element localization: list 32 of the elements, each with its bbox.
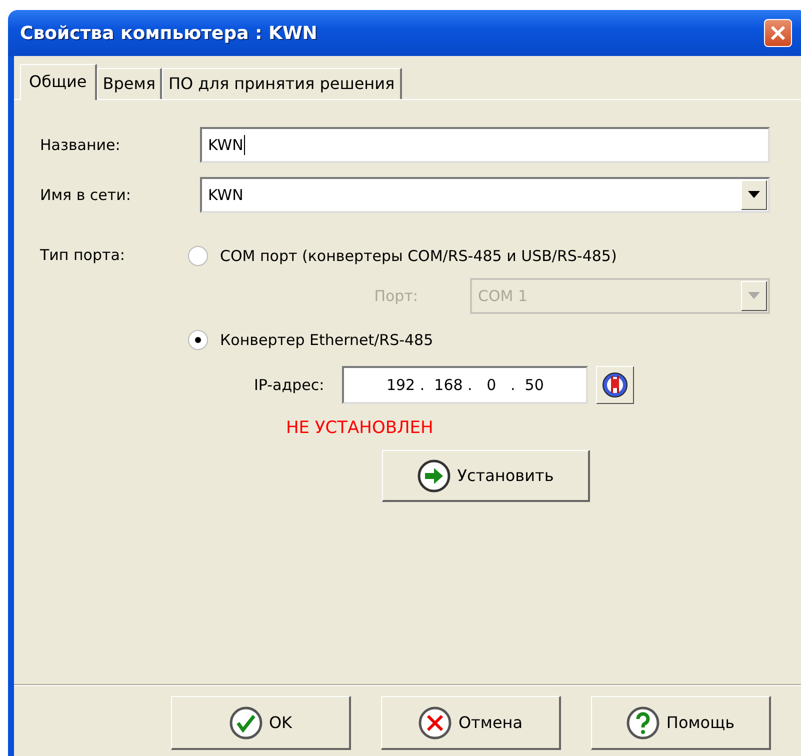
ok-button[interactable]: OK [171,696,351,750]
help-button[interactable]: Помощь [591,696,771,750]
field-value: 192 . 168 . 0 . 50 [386,376,544,394]
network-name-dropdown[interactable]: KWN [200,177,770,213]
tab[interactable]: ПО для принятия решения [162,68,402,99]
close-button[interactable] [764,19,792,47]
close-icon [418,706,452,740]
window-title: Свойства компьютера : KWN [20,22,318,44]
checkmark-icon [228,706,263,740]
plug-icon [601,371,630,399]
field-label: Имя в сети: [40,186,132,204]
tab[interactable]: Время [96,68,162,99]
help-icon [626,706,660,740]
ip-address-input[interactable]: 192 . 168 . 0 . 50 [342,366,588,404]
field-value: COM 1 [478,287,529,305]
cancel-button[interactable]: Отмена [381,696,561,750]
radio-label: Конвертер Ethernet/RS-485 [220,331,434,349]
name-input[interactable]: KWN [200,127,770,163]
install-button[interactable]: Установить [382,450,590,502]
close-icon [769,24,787,42]
field-label: Тип порта: [40,245,126,266]
tab[interactable]: Общие [20,64,97,100]
radio-button[interactable] [188,330,208,350]
field-label: Название: [40,136,122,154]
field-value: KWN [208,136,244,154]
field-label: Порт: [374,287,418,305]
connect-button[interactable] [596,366,634,404]
status-text: НЕ УСТАНОВЛЕН [286,418,434,438]
field-value: KWN [208,186,244,204]
field-label: IP-адрес: [254,376,324,394]
radio-button[interactable] [188,246,208,266]
radio-label: COM порт (конвертеры COM/RS-485 и USB/RS-485) [220,247,617,265]
